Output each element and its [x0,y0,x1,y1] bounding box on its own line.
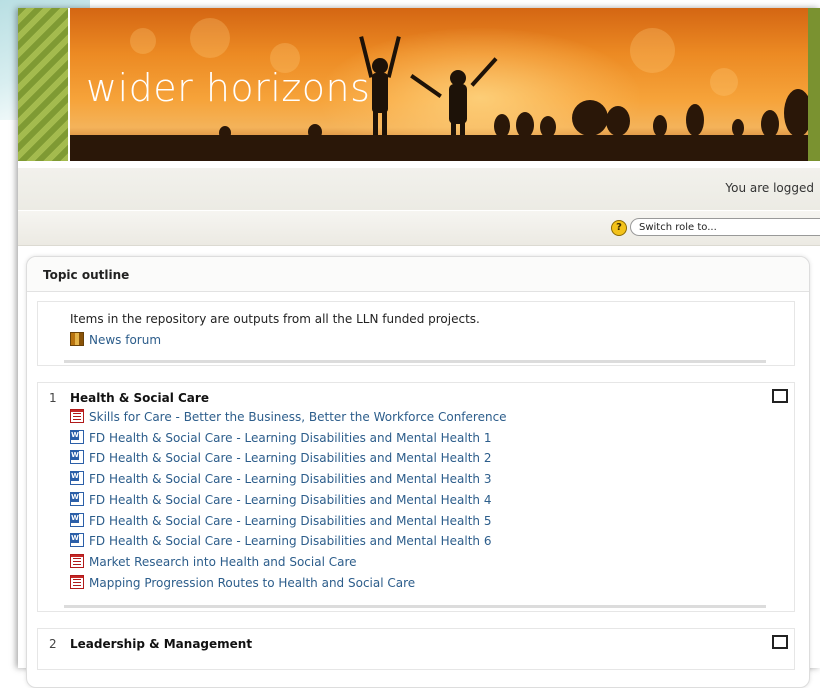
site-header: wider horizons [18,8,820,161]
navigation-bar: ? Switch role to... [18,211,820,246]
login-info: You are logged [725,181,814,195]
switch-role-select[interactable]: Switch role to... [630,218,820,236]
news-forum-link[interactable]: News forum [70,332,161,348]
section-title: Health & Social Care [70,391,209,405]
section-toggle-checkbox[interactable] [772,635,788,649]
word-doc-icon [70,513,84,527]
word-doc-icon [70,533,84,547]
header-right-edge [808,8,820,161]
section-1: 1 Health & Social Care Skills for Care -… [37,382,795,612]
pdf-icon [70,554,84,568]
section-intro: Items in the repository are outputs from… [37,301,795,366]
resource-link[interactable]: Mapping Progression Routes to Health and… [70,575,415,591]
resource-link[interactable]: FD Health & Social Care - Learning Disab… [70,533,491,549]
section-summary: Items in the repository are outputs from… [70,312,480,326]
word-doc-icon [70,471,84,485]
header-stripes [18,8,68,161]
topic-outline-label: Topic outline [43,268,130,282]
section-number: 1 [49,391,57,405]
site-title: wider horizons [86,66,371,110]
resource-link[interactable]: FD Health & Social Care - Learning Disab… [70,492,491,508]
forum-icon [70,332,84,346]
resource-link[interactable]: FD Health & Social Care - Learning Disab… [70,513,491,529]
section-2: 2 Leadership & Management [37,628,795,670]
resource-link[interactable]: FD Health & Social Care - Learning Disab… [70,450,491,466]
resource-link[interactable]: FD Health & Social Care - Learning Disab… [70,471,491,487]
page-frame: wider horizons You are logged ? Switch r… [18,8,820,688]
section-divider [64,605,766,608]
header-banner-image: wider horizons [70,8,808,161]
resource-link[interactable]: FD Health & Social Care - Learning Disab… [70,430,491,446]
login-bar: You are logged [18,168,820,210]
section-toggle-checkbox[interactable] [772,389,788,403]
resource-link[interactable]: Skills for Care - Better the Business, B… [70,409,507,425]
word-doc-icon [70,430,84,444]
help-icon[interactable]: ? [611,220,627,236]
section-divider [64,360,766,363]
section-title: Leadership & Management [70,637,253,651]
pdf-icon [70,409,84,423]
word-doc-icon [70,492,84,506]
resource-link[interactable]: Market Research into Health and Social C… [70,554,357,570]
pdf-icon [70,575,84,589]
topic-outline-header: Topic outline [27,257,809,292]
course-content-panel: Topic outline Items in the repository ar… [26,256,810,688]
section-number: 2 [49,637,57,651]
word-doc-icon [70,450,84,464]
